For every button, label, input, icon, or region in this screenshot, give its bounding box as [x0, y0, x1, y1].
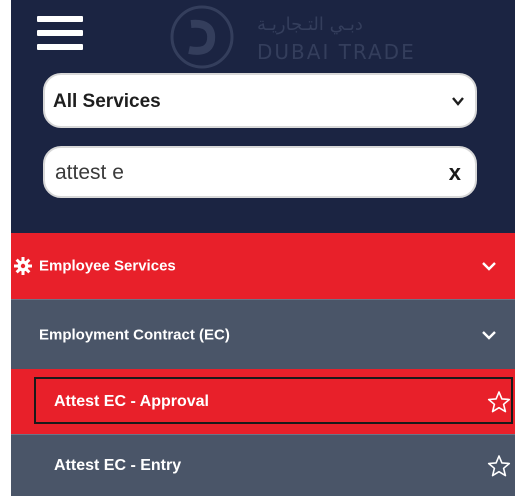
chevron-down-icon[interactable] [481, 329, 497, 341]
star-outline-icon[interactable] [487, 454, 511, 478]
menu-item-label: Attest EC - Approval [54, 392, 209, 410]
menu-item-label: Attest EC - Entry [54, 456, 182, 474]
menu-item-label: Employee Services [39, 257, 176, 275]
gear-icon [14, 257, 32, 275]
chevron-down-icon[interactable] [481, 260, 497, 272]
service-category-value: All Services [53, 91, 161, 112]
header-panel: دبـي التـجاريـة DUBAI TRADE All Services… [11, 0, 515, 233]
hamburger-menu-icon[interactable] [37, 10, 83, 52]
service-category-select[interactable]: All Services [43, 73, 477, 128]
dubai-trade-logo-icon [170, 5, 234, 69]
clear-search-icon[interactable]: x [449, 160, 461, 186]
brand-name-arabic: دبـي التـجاريـة [257, 14, 363, 35]
menu-item-attest-ec-approval[interactable]: Attest EC - Approval [11, 369, 515, 434]
search-input-value: attest e [55, 161, 124, 184]
chevron-down-icon [452, 97, 464, 106]
menu-item-attest-ec-entry[interactable]: Attest EC - Entry [11, 434, 515, 496]
menu-item-employment-contract[interactable]: Employment Contract (EC) [11, 299, 515, 369]
brand-name: DUBAI TRADE [257, 40, 416, 64]
menu-item-label: Employment Contract (EC) [39, 326, 230, 343]
menu-item-employee-services[interactable]: Employee Services [11, 233, 515, 299]
service-search-input[interactable]: attest e x [43, 146, 477, 198]
star-outline-icon[interactable] [487, 390, 511, 414]
